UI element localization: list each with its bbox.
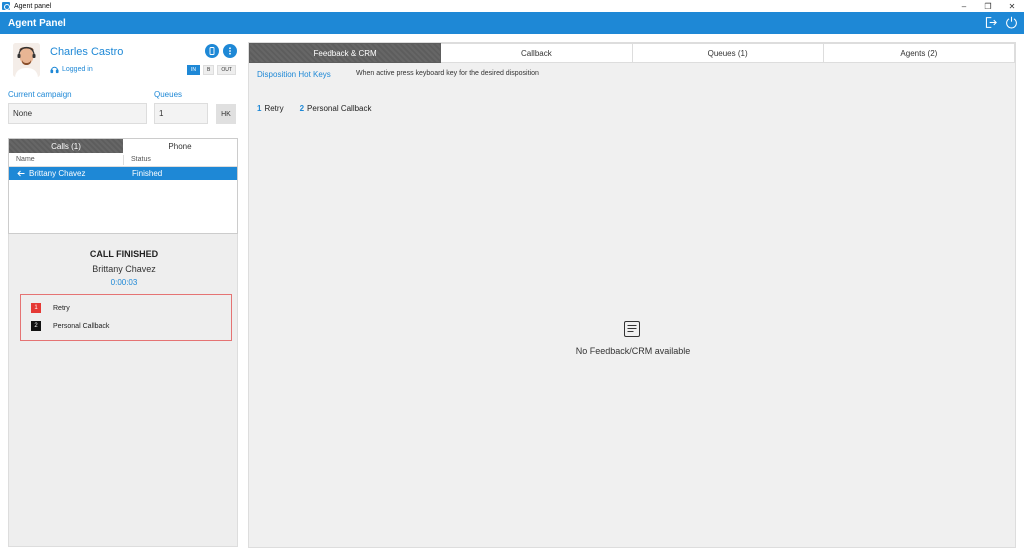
- tab-callback[interactable]: Callback: [441, 43, 633, 63]
- more-vertical-icon: [229, 47, 231, 55]
- agent-status-label: Logged in: [62, 66, 93, 73]
- hotkey-item: 2 Personal Callback: [300, 104, 372, 113]
- tab-phone[interactable]: Phone: [123, 139, 237, 153]
- campaign-value: None: [13, 109, 33, 118]
- minimize-button[interactable]: –: [952, 0, 976, 12]
- queues-label: Queues: [154, 90, 183, 99]
- empty-state-text: No Feedback/CRM available: [575, 346, 691, 356]
- hotkeys-description: When active press keyboard key for the d…: [356, 70, 539, 77]
- mobile-button[interactable]: [205, 44, 219, 58]
- agent-name: Charles Castro: [50, 46, 124, 58]
- direction-out-button[interactable]: OUT: [217, 65, 236, 75]
- disposition-key: 2: [31, 321, 41, 331]
- window-titlebar: Agent panel – ❐ ✕: [0, 0, 1024, 12]
- agent-sidebar: Charles Castro Logged in IN B OUT Curren…: [0, 34, 246, 555]
- call-state: CALL FINISHED: [89, 249, 159, 259]
- close-button[interactable]: ✕: [1000, 0, 1024, 12]
- main-tabs: Feedback & CRM Callback Queues (1) Agent…: [249, 43, 1015, 63]
- call-timer: 0:00:03: [110, 278, 138, 287]
- table-row[interactable]: Brittany Chavez Finished: [9, 167, 237, 180]
- main-panel: Feedback & CRM Callback Queues (1) Agent…: [248, 42, 1016, 548]
- arrow-left-icon: [17, 170, 25, 177]
- direction-both-button[interactable]: B: [203, 65, 215, 75]
- hotkey-item: 1 Retry: [257, 104, 284, 113]
- disposition-label: Retry: [53, 304, 70, 312]
- app-header: Agent Panel: [0, 12, 1024, 34]
- power-icon[interactable]: [1005, 16, 1018, 29]
- disposition-key: 1: [31, 303, 41, 313]
- app-title: Agent Panel: [8, 17, 66, 29]
- call-details: CALL FINISHED Brittany Chavez 0:00:03 1 …: [8, 234, 238, 547]
- avatar: [13, 43, 40, 77]
- headset-icon: [50, 66, 59, 74]
- hotkey-label: Personal Callback: [307, 104, 372, 113]
- restore-button[interactable]: ❐: [976, 0, 1000, 12]
- calls-panel: Calls (1) Phone Name Status Brittany Cha…: [8, 138, 238, 234]
- window-title: Agent panel: [14, 2, 52, 10]
- disposition-label: Personal Callback: [53, 322, 110, 330]
- column-status[interactable]: Status: [124, 156, 151, 163]
- call-name: Brittany Chavez: [29, 169, 86, 178]
- campaign-label: Current campaign: [8, 90, 72, 99]
- tab-queues[interactable]: Queues (1): [632, 43, 824, 63]
- hotkey-key: 2: [299, 104, 305, 113]
- call-name-cell: Brittany Chavez: [9, 169, 124, 178]
- hotkeys-label: Disposition Hot Keys: [257, 70, 331, 79]
- calls-tabs: Calls (1) Phone: [9, 139, 237, 153]
- hotkeys-button[interactable]: HK: [216, 104, 236, 124]
- disposition-list: 1 Retry 2 Personal Callback: [20, 294, 232, 341]
- queues-field[interactable]: 1: [154, 103, 208, 124]
- tab-agents[interactable]: Agents (2): [823, 43, 1015, 63]
- more-options-button[interactable]: [223, 44, 237, 58]
- app-icon: [2, 2, 10, 10]
- agent-status: Logged in: [50, 65, 93, 74]
- direction-in-button[interactable]: IN: [187, 65, 200, 75]
- hotkeys-list: 1 Retry 2 Personal Callback: [257, 104, 372, 113]
- tab-feedback-crm[interactable]: Feedback & CRM: [249, 43, 442, 63]
- hotkey-label: Retry: [264, 104, 284, 113]
- mobile-icon: [209, 47, 215, 55]
- call-contact: Brittany Chavez: [92, 264, 156, 274]
- call-status: Finished: [132, 169, 163, 178]
- campaign-field[interactable]: None: [8, 103, 147, 124]
- document-icon: [624, 321, 640, 337]
- calls-table-header: Name Status: [9, 153, 237, 167]
- disposition-personal-callback[interactable]: 2 Personal Callback: [31, 321, 109, 331]
- tab-calls[interactable]: Calls (1): [9, 139, 123, 153]
- header-actions: [984, 16, 1018, 29]
- direction-toggle: IN B OUT: [187, 65, 236, 75]
- queues-value: 1: [159, 109, 164, 118]
- column-name[interactable]: Name: [9, 154, 124, 165]
- hotkey-key: 1: [257, 104, 262, 113]
- disposition-retry[interactable]: 1 Retry: [31, 303, 70, 313]
- window-controls: – ❐ ✕: [952, 0, 1024, 12]
- logout-icon[interactable]: [984, 16, 997, 29]
